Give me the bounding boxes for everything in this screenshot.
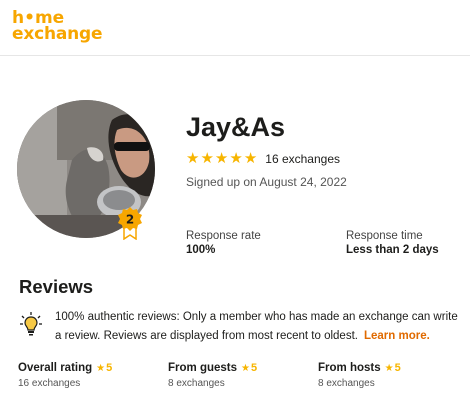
profile-rating: ★ ★ ★ ★ ★ 16 exchanges xyxy=(186,151,340,166)
logo-line-2: exchange xyxy=(12,24,103,44)
star-icon: ★ xyxy=(243,150,258,167)
response-rate-value: 100% xyxy=(186,244,216,256)
top-header: h•me exchange xyxy=(0,0,470,56)
rating-count: 16 exchanges xyxy=(18,378,81,389)
badge-level-number: 2 xyxy=(126,213,134,227)
rating-count: 8 exchanges xyxy=(168,378,225,389)
rating-score: 5 xyxy=(106,362,113,374)
reviews-heading: Reviews xyxy=(19,276,94,297)
homeexchange-logo[interactable]: h•me exchange xyxy=(12,10,103,44)
hosts-rating: From hosts ★ 5 8 exchanges xyxy=(318,362,401,389)
lightbulb-icon xyxy=(20,312,42,336)
signup-date: Signed up on August 24, 2022 xyxy=(186,175,347,189)
rating-label: From guests xyxy=(168,362,238,374)
guests-rating: From guests ★ 5 8 exchanges xyxy=(168,362,257,389)
star-icon: ★ xyxy=(200,150,214,167)
level-badge: 2 xyxy=(117,206,143,241)
rating-count: 8 exchanges xyxy=(318,378,375,389)
star-icon: ★ xyxy=(186,150,200,167)
response-time-value: Less than 2 days xyxy=(346,244,439,256)
star-icon: ★ xyxy=(384,362,394,374)
reviews-info: 100% authentic reviews: Only a member wh… xyxy=(55,308,465,346)
profile-name: Jay&As xyxy=(186,112,286,142)
star-icon: ★ xyxy=(214,150,229,167)
response-time-label: Response time xyxy=(346,230,423,242)
star-icon: ★ xyxy=(96,362,106,374)
rating-label: Overall rating xyxy=(18,362,93,374)
rating-label: From hosts xyxy=(318,362,381,374)
response-rate-label: Response rate xyxy=(186,230,261,242)
star-icon: ★ xyxy=(241,362,250,374)
exchange-count: 16 exchanges xyxy=(265,151,340,166)
star-rating: ★ ★ ★ ★ ★ xyxy=(186,151,257,166)
rating-score: 5 xyxy=(250,362,258,374)
overall-rating: Overall rating ★ 5 16 exchanges xyxy=(18,362,112,389)
learn-more-link[interactable]: Learn more. xyxy=(364,330,430,342)
rating-score: 5 xyxy=(394,362,401,374)
star-icon: ★ xyxy=(229,150,243,167)
